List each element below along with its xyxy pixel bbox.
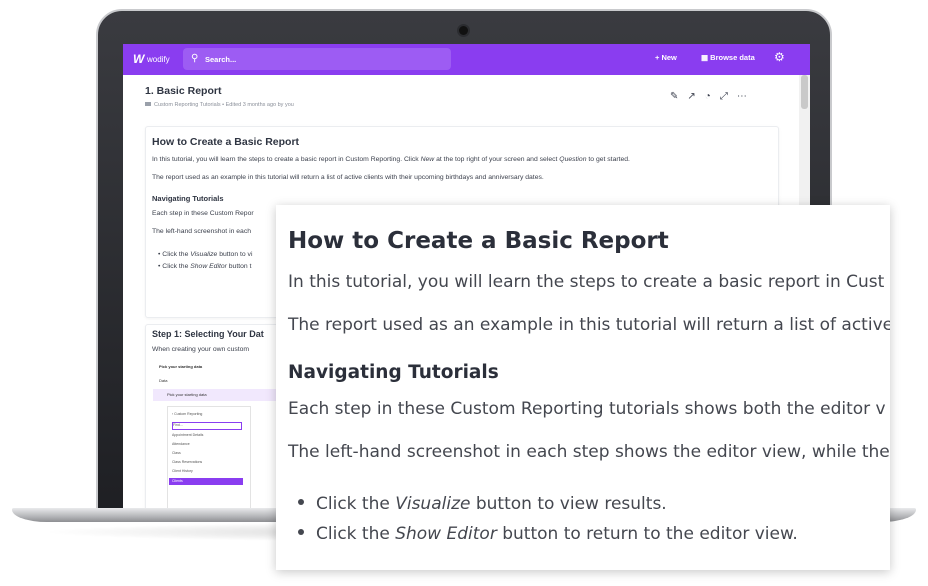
edited-info[interactable]: Edited 3 months ago by you xyxy=(226,102,294,108)
search-icon: ⚲ xyxy=(191,53,199,64)
bullet-em: Show Editor xyxy=(190,263,227,270)
report-note: The report used as an example in this tu… xyxy=(152,174,544,181)
step-screenshot: Pick your starting data Data Pick your s… xyxy=(153,362,283,508)
share-icon[interactable]: ↗ xyxy=(687,91,695,102)
stage: W wodify ⚲ Search... + New ▦ Browse data… xyxy=(0,0,928,586)
card-subheading: Navigating Tutorials xyxy=(152,194,224,203)
intro-text-a: In this tutorial, you will learn the ste… xyxy=(152,156,421,163)
step-heading: Step 1: Selecting Your Dat xyxy=(152,329,264,339)
intro-text-c: to get started. xyxy=(586,156,630,163)
list-item: • Click the Show Editor button t xyxy=(158,263,252,270)
mini-band-label: Pick your starting data xyxy=(167,392,207,397)
browse-data-label: Browse data xyxy=(710,53,755,62)
zoom-paragraph-1: In this tutorial, you will learn the ste… xyxy=(288,272,885,292)
mini-list-item-selected: Clients xyxy=(172,479,183,483)
search-input[interactable]: ⚲ Search... xyxy=(183,48,451,70)
zoom-paragraph-2: The report used as an example in this tu… xyxy=(288,315,890,335)
mini-data-label: Data xyxy=(159,378,168,383)
card-intro: In this tutorial, you will learn the ste… xyxy=(152,156,630,163)
mini-list-item: Appointment Details xyxy=(172,433,204,437)
zoom-subheading: Navigating Tutorials xyxy=(288,362,499,383)
gear-icon[interactable]: ⚙ xyxy=(774,50,785,64)
mini-back: ‹ Custom Reporting xyxy=(172,412,203,416)
li-text: Click the xyxy=(316,524,396,544)
breadcrumb-collection[interactable]: Custom Reporting Tutorials xyxy=(154,102,221,108)
list-item: Click the Visualize button to view resul… xyxy=(298,494,667,514)
nav-paragraph-2: The left-hand screenshot in each xyxy=(152,228,251,235)
mini-list-item: Class xyxy=(172,451,181,455)
camera xyxy=(459,26,468,35)
search-placeholder: Search... xyxy=(205,55,237,64)
new-button[interactable]: + New xyxy=(655,53,677,62)
fullscreen-icon[interactable]: ⤢ xyxy=(720,91,728,102)
history-icon[interactable]: ◔ xyxy=(705,91,711,102)
zoom-heading: How to Create a Basic Report xyxy=(288,228,669,254)
doc-header: 1. Basic Report xyxy=(145,85,221,97)
top-navbar: W wodify ⚲ Search... + New ▦ Browse data… xyxy=(123,44,810,75)
bullet-dot xyxy=(298,499,304,505)
mini-list-item: Client History xyxy=(172,469,193,473)
li-em: Show Editor xyxy=(395,524,497,544)
edit-icon[interactable]: ✎ xyxy=(670,91,678,102)
mini-list-item: Class Reservations xyxy=(172,460,203,464)
folder-icon xyxy=(145,102,151,106)
mini-find-input: Find... xyxy=(172,422,242,430)
intro-question: Question xyxy=(559,156,587,163)
list-item: Click the Show Editor button to return t… xyxy=(298,524,798,544)
bullet-text: button t xyxy=(226,263,252,270)
li-text: button to view results. xyxy=(470,494,667,514)
li-text: button to return to the editor view. xyxy=(496,524,798,544)
step-intro: When creating your own custom xyxy=(152,346,250,353)
li-text: Click the xyxy=(316,494,396,514)
intro-text-b: at the top right of your screen and sele… xyxy=(434,156,560,163)
grid-icon: ▦ xyxy=(701,53,711,62)
brand-name[interactable]: wodify xyxy=(147,55,170,64)
list-item: • Click the Visualize button to vi xyxy=(158,251,253,258)
li-em: Visualize xyxy=(395,494,471,514)
brand-logo[interactable]: W xyxy=(133,52,144,66)
browse-data-button[interactable]: ▦ Browse data xyxy=(701,53,755,62)
bullet-dot xyxy=(298,529,304,535)
breadcrumb: Custom Reporting Tutorials • Edited 3 mo… xyxy=(145,102,294,108)
intro-new: New xyxy=(420,156,435,163)
mini-title: Pick your starting data xyxy=(159,364,203,369)
mini-data-picker: ‹ Custom Reporting Find... Appointment D… xyxy=(167,406,251,508)
more-icon[interactable]: ⋯ xyxy=(737,91,747,102)
scrollbar-thumb[interactable] xyxy=(801,75,808,109)
zoom-paragraph-3: Each step in these Custom Reporting tuto… xyxy=(288,399,886,419)
nav-paragraph-1: Each step in these Custom Repor xyxy=(152,210,254,217)
mini-back-label: Custom Reporting xyxy=(174,412,203,416)
card-heading: How to Create a Basic Report xyxy=(152,136,300,148)
bullet-text: Click the xyxy=(162,263,191,270)
zoom-callout: How to Create a Basic Report In this tut… xyxy=(276,205,890,570)
bullet-text: Click the xyxy=(162,251,191,258)
bullet-em: Visualize xyxy=(190,251,218,258)
zoom-paragraph-4: The left-hand screenshot in each step sh… xyxy=(288,442,890,462)
mini-list-item: Attendance xyxy=(172,442,190,446)
bullet-text: button to vi xyxy=(217,251,253,258)
doc-actions: ✎ ↗ ◔ ⤢ ⋯ xyxy=(670,91,756,102)
page-title[interactable]: 1. Basic Report xyxy=(145,85,221,97)
